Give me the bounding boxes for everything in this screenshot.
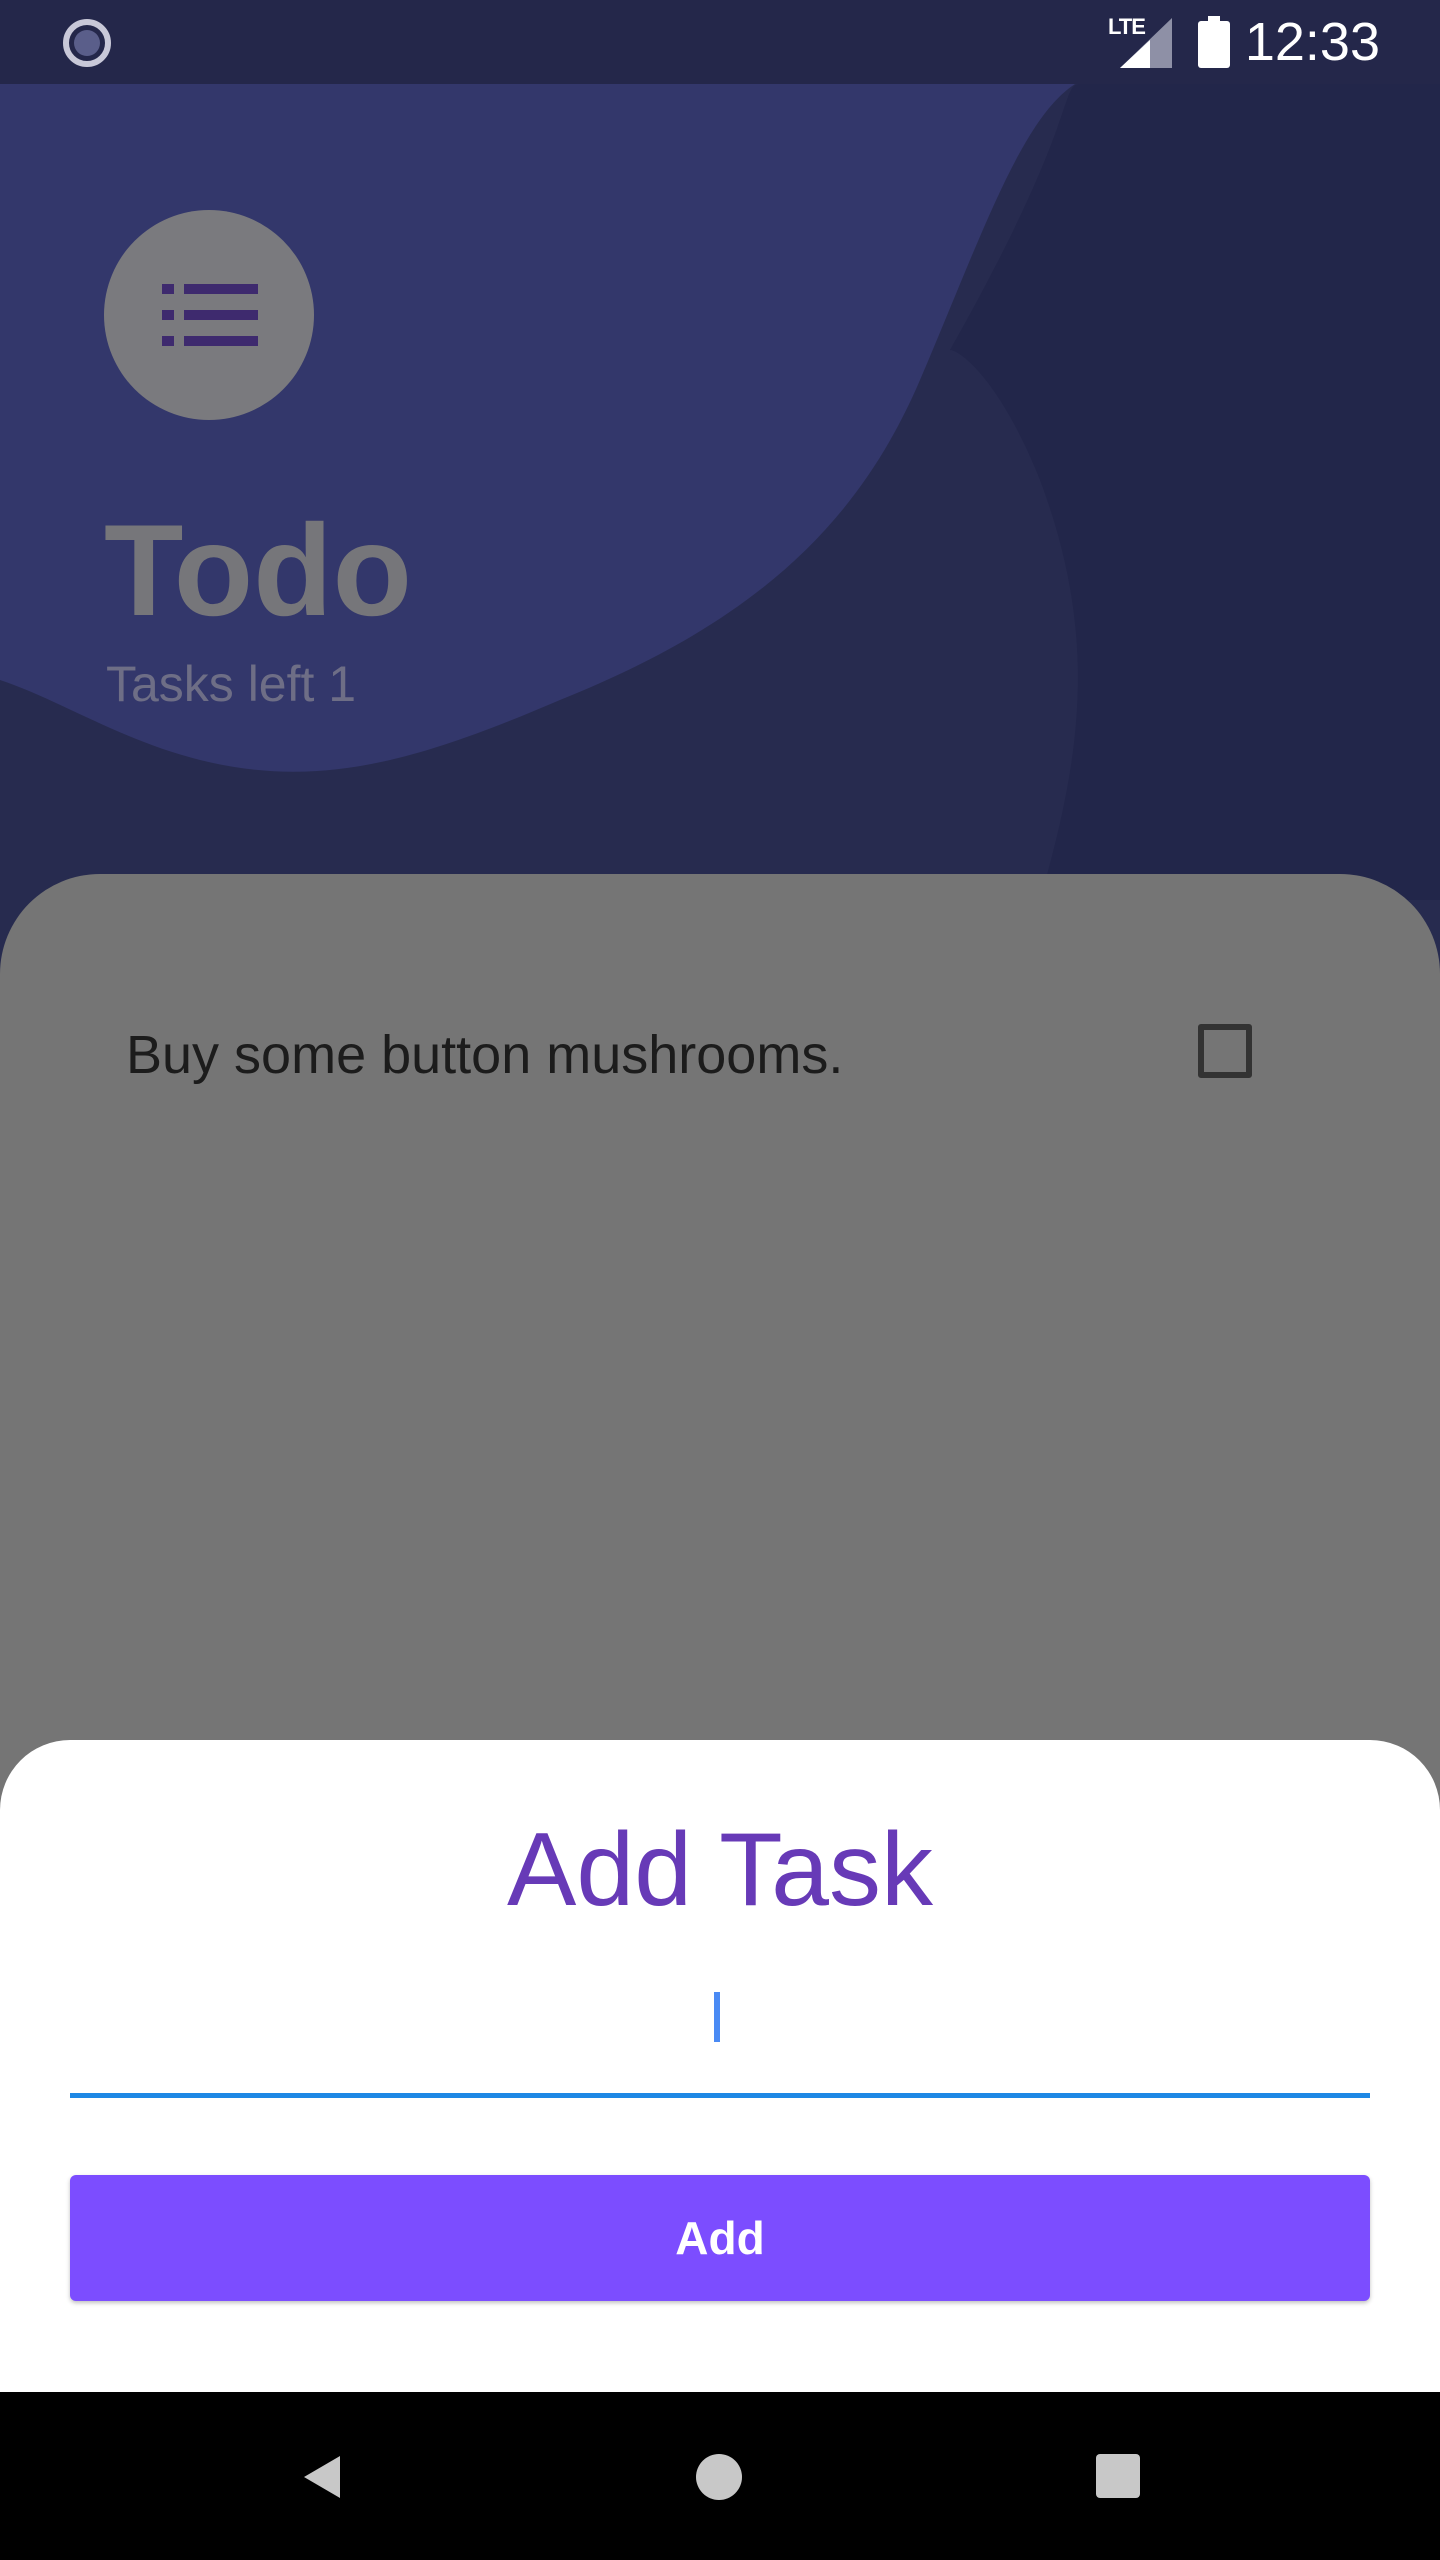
add-button[interactable]: Add [70,2175,1370,2301]
battery-icon [1198,16,1230,68]
task-label: Buy some button mushrooms. [126,1025,844,1085]
list-item[interactable]: Buy some button mushrooms. [126,1020,1266,1090]
list-icon [162,284,258,346]
task-checkbox[interactable] [1198,1024,1252,1078]
spinner-icon [63,19,111,67]
signal-icon [1120,18,1172,68]
text-caret [714,1992,720,2042]
home-icon[interactable] [696,2454,742,2500]
app-logo [104,210,314,420]
tasks-left-count: Tasks left 1 [106,656,357,712]
sheet-title: Add Task [507,1812,933,1928]
page-title: Todo [104,497,412,643]
screen: LTE 12:33 Todo Tasks left 1 Buy some but… [0,0,1440,2560]
recents-icon[interactable] [1096,2454,1140,2498]
status-bar: LTE 12:33 [0,0,1440,84]
task-input[interactable] [70,1970,1370,2098]
back-icon[interactable] [300,2452,344,2502]
clock: 12:33 [1244,12,1380,72]
